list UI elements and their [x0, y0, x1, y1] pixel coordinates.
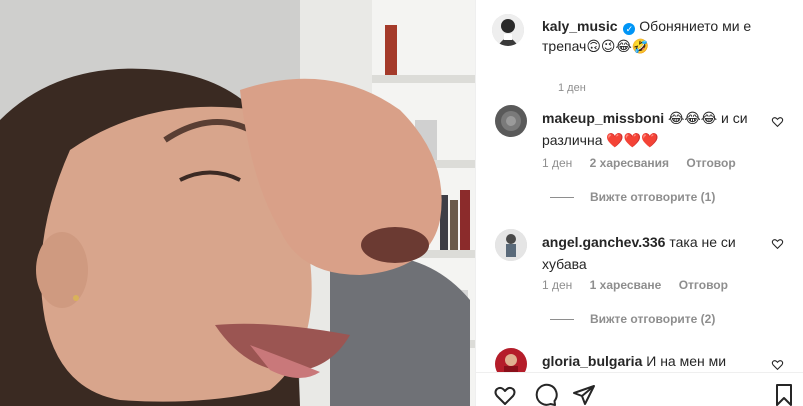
comments-panel: kaly_music ✓ Обонянието ми е трепач🙃😉😂🤣 … — [475, 0, 803, 406]
share-icon[interactable] — [572, 383, 596, 406]
comment-heart-icon[interactable] — [771, 358, 784, 371]
replies-divider — [550, 197, 574, 199]
comment-likes[interactable]: 2 харесвания — [590, 156, 669, 170]
comment-meta: 1 ден 1 харесване Отговор — [542, 278, 742, 292]
comment-time[interactable]: 1 ден — [542, 156, 572, 170]
reply-button[interactable]: Отговор — [686, 156, 735, 170]
comment-username[interactable]: makeup_missboni — [542, 110, 664, 126]
comment-text: И на мен ми — [646, 353, 727, 369]
commenter-avatar[interactable] — [495, 105, 527, 137]
replies-divider — [550, 319, 574, 321]
comment-icon[interactable] — [534, 383, 558, 406]
reply-button[interactable]: Отговор — [679, 278, 728, 292]
view-replies-label: Вижте отговорите (2) — [590, 312, 716, 326]
comment-username[interactable]: gloria_bulgaria — [542, 353, 642, 369]
commenter-avatar[interactable] — [495, 229, 527, 261]
post-photo — [0, 0, 475, 406]
commenter-avatar[interactable] — [495, 348, 527, 372]
post-time[interactable]: 1 ден — [558, 82, 586, 94]
author-avatar[interactable] — [492, 14, 524, 46]
view-replies-button[interactable]: Вижте отговорите (1) — [550, 190, 715, 204]
heart-icon[interactable] — [493, 383, 517, 406]
verified-badge-icon: ✓ — [623, 23, 636, 35]
comment-likes[interactable]: 1 харесване — [590, 278, 662, 292]
comments-scroll-area[interactable]: kaly_music ✓ Обонянието ми е трепач🙃😉😂🤣 … — [476, 0, 803, 372]
comment-heart-icon[interactable] — [771, 115, 784, 128]
comment-time[interactable]: 1 ден — [542, 278, 572, 292]
comment-heart-icon[interactable] — [771, 237, 784, 250]
view-replies-button[interactable]: Вижте отговорите (2) — [550, 312, 715, 326]
comment-username[interactable]: angel.ganchev.336 — [542, 234, 665, 250]
view-replies-label: Вижте отговорите (1) — [590, 190, 716, 204]
bookmark-icon[interactable] — [772, 383, 796, 406]
post-media[interactable] — [0, 0, 475, 406]
comment-meta: 1 ден 2 харесвания Отговор — [542, 156, 750, 170]
post-action-bar — [476, 372, 803, 406]
author-username[interactable]: kaly_music — [542, 18, 618, 34]
